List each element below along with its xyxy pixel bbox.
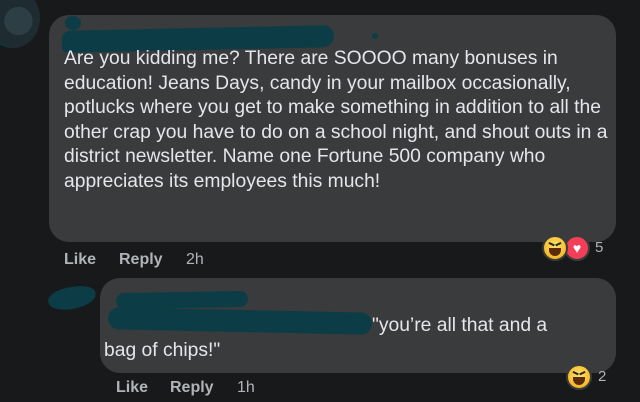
comment-text-line: bag of chips!": [104, 339, 221, 361]
redaction-mark: [372, 33, 378, 39]
reaction-count: 2: [598, 368, 607, 385]
redaction-mark: [65, 16, 81, 30]
reaction-count: 5: [595, 239, 604, 256]
like-button[interactable]: Like: [64, 251, 96, 269]
comment-text: "you’re all that and a bag of chips!": [104, 314, 604, 363]
like-button[interactable]: Like: [116, 379, 148, 397]
reply-button[interactable]: Reply: [119, 251, 163, 269]
redacted-commenter-name: [115, 290, 249, 310]
haha-icon: [542, 235, 568, 261]
reply-button[interactable]: Reply: [170, 379, 214, 397]
commenter-avatar[interactable]: [0, 0, 40, 48]
commenter-avatar[interactable]: [46, 283, 98, 313]
comment-timestamp[interactable]: 1h: [237, 379, 255, 397]
comment-text: Are you kidding me? There are SOOOO many…: [64, 48, 608, 192]
comment-text-line: "you’re all that and a: [372, 315, 548, 336]
haha-icon: [566, 364, 592, 390]
comment-timestamp[interactable]: 2h: [186, 251, 204, 269]
